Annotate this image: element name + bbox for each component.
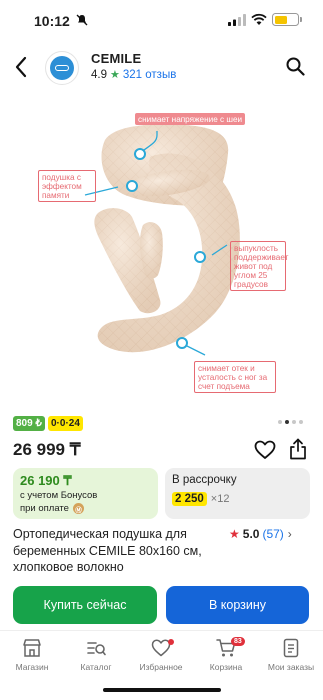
installment-multiplier: ×12 [210,493,230,505]
tab-catalog[interactable]: Каталог [64,637,128,672]
callout-legs: снимает отек и усталость с ног за счет п… [194,361,276,393]
product-rating-value: 5.0 [242,527,260,541]
buy-now-button[interactable]: Купить сейчас [13,586,157,624]
pager-dot[interactable] [299,420,303,424]
product-gallery[interactable]: снимает напряжение с шеи подушка с эффек… [0,95,323,415]
tab-label: Избранное [139,662,183,672]
bonus-payment-text: при оплате [20,503,69,514]
add-to-cart-button[interactable]: В корзину [166,586,309,624]
callout-belly: выпуклость поддерживает живот под углом … [230,241,288,291]
bonus-caption: с учетом Бонусов [20,490,98,501]
tab-favorites[interactable]: Избранное [129,637,193,672]
pager-dot[interactable] [285,420,289,424]
orders-icon [283,638,299,658]
tab-shop[interactable]: Магазин [0,637,64,672]
bonus-price-box[interactable]: 26 190 ₸ с учетом Бонусов при оплате Ⓜ [13,468,158,519]
product-reviews-count[interactable]: (57) [262,527,283,541]
coin-icon: Ⓜ [72,503,84,514]
shop-name[interactable]: CEMILE [91,51,141,66]
callout-memory: подушка с эффектом памяти [38,170,96,202]
signal-icon [228,14,246,26]
search-icon[interactable] [285,56,305,76]
battery-icon [272,13,302,26]
product-price: 26 999 ₸ [13,440,81,459]
shop-logo[interactable] [45,51,79,85]
wifi-icon [251,13,267,25]
product-rating[interactable]: ★ 5.0 (57) › [229,527,292,541]
cart-count-badge: 83 [231,637,245,646]
share-icon[interactable] [289,438,307,460]
catalog-icon [87,642,106,656]
star-icon: ★ [110,69,120,81]
pager-dot[interactable] [292,420,296,424]
installment-title: В рассрочку [172,474,237,486]
status-time: 10:12 [34,13,70,29]
favorite-heart-icon[interactable] [254,440,276,460]
gallery-pager[interactable] [278,420,303,424]
tab-cart[interactable]: 83 Корзина [194,637,258,672]
tab-label: Корзина [209,662,243,672]
pager-dot[interactable] [278,420,282,424]
promo-badge-green: 809 ₺ [13,416,45,431]
star-icon: ★ [229,527,240,541]
chevron-right-icon[interactable]: › [288,527,292,541]
back-arrow-icon[interactable] [14,56,28,78]
callout-neck: снимает напряжение с шеи [135,113,246,125]
tab-label: Мои заказы [267,662,315,672]
promo-badge-installment: 0·0·24 [48,416,83,431]
bell-muted-icon [76,14,88,26]
home-indicator[interactable] [103,688,221,692]
status-bar: 10:12 [0,0,323,40]
shop-rating[interactable]: 4.9 ★ 321 отзыв [91,68,176,82]
shop-icon [23,639,41,657]
bonus-payment-row: при оплате Ⓜ [20,503,84,514]
tab-orders[interactable]: Мои заказы [259,637,323,672]
product-title: Ортопедическая подушка для беременных CE… [13,527,202,574]
tab-label: Магазин [15,662,49,672]
installment-amount: 2 250 [172,492,207,506]
installment-row: 2 250 ×12 [172,492,229,506]
favorites-dot [168,639,174,645]
shop-reviews-link[interactable]: 321 отзыв [123,69,176,81]
shop-rating-value: 4.9 [91,68,107,81]
tab-label: Каталог [80,662,112,672]
bonus-price: 26 190 ₸ [20,473,72,488]
installment-box[interactable]: В рассрочку 2 250 ×12 [165,468,310,519]
